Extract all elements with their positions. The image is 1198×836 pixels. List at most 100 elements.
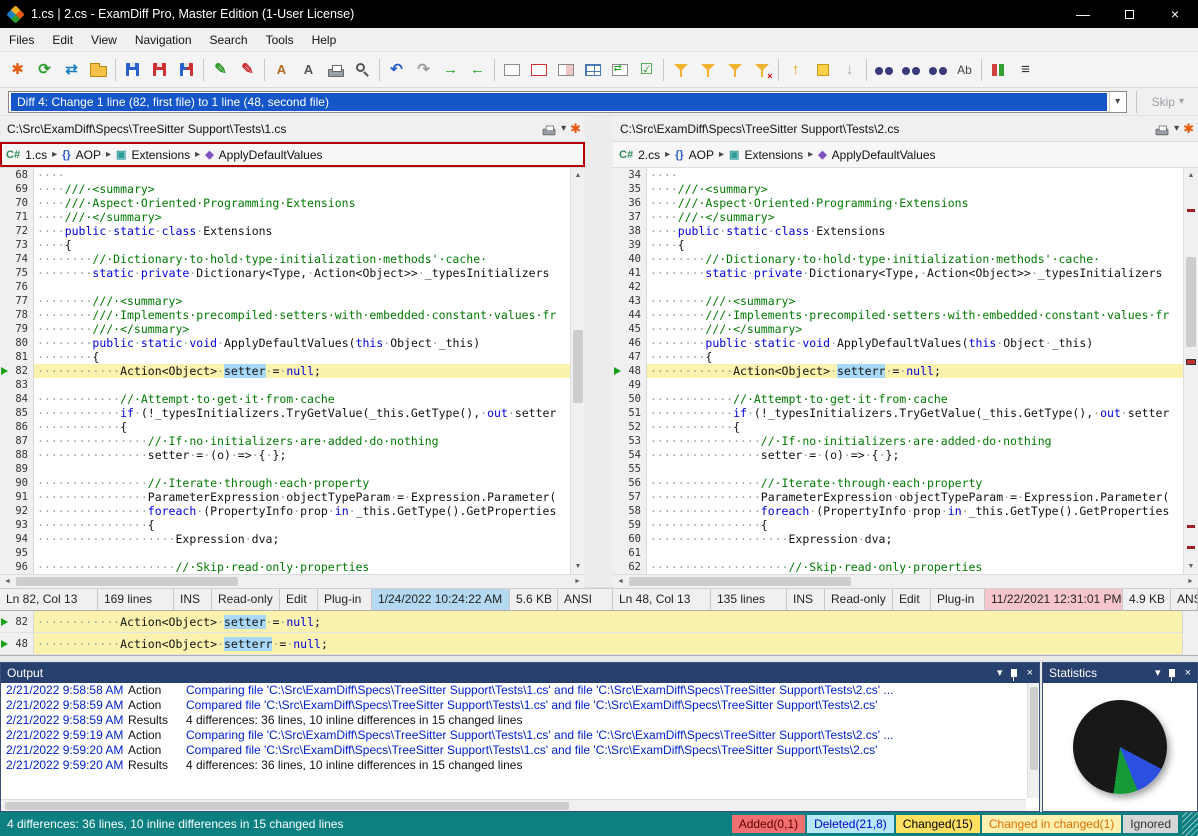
- pane-print-dropdown-icon[interactable]: ▾: [561, 123, 566, 134]
- code-line-90[interactable]: 90················//·Iterate·through·eac…: [0, 476, 570, 490]
- split-view-button[interactable]: [552, 56, 579, 84]
- diff-map-mark[interactable]: [1187, 546, 1195, 549]
- code-line-76[interactable]: 76: [0, 280, 570, 294]
- legend-badge-deleted-21-8-[interactable]: Deleted(21,8): [807, 815, 894, 833]
- code-line-60[interactable]: 60····················Expression·dva;: [613, 532, 1183, 546]
- code-line-55[interactable]: 55: [613, 462, 1183, 476]
- code-line-45[interactable]: 45········///·</summary>: [613, 322, 1183, 336]
- clear-filter-button[interactable]: ×: [748, 56, 775, 84]
- output-log-row[interactable]: 2/21/2022 9:59:20 AMActionCompared file …: [2, 743, 1026, 758]
- code-line-42[interactable]: 42: [613, 280, 1183, 294]
- statistics-menu-icon[interactable]: ▾: [1155, 668, 1161, 679]
- menu-edit[interactable]: Edit: [43, 28, 82, 51]
- code-line-56[interactable]: 56················//·Iterate·through·eac…: [613, 476, 1183, 490]
- code-line-44[interactable]: 44········///·Implements·precompiled·set…: [613, 308, 1183, 322]
- table-view-button[interactable]: [579, 56, 606, 84]
- code-line-54[interactable]: 54················setter·=·(o)·=>·{·};: [613, 448, 1183, 462]
- main-menu-button[interactable]: ≡: [1012, 56, 1039, 84]
- code-line-34[interactable]: 34····: [613, 168, 1183, 182]
- code-line-58[interactable]: 58················foreach·(PropertyInfo·…: [613, 504, 1183, 518]
- find-next-button[interactable]: [897, 56, 924, 84]
- diff-selector-combobox[interactable]: Diff 4: Change 1 line (82, first file) t…: [8, 91, 1127, 113]
- save-first-button[interactable]: [119, 56, 146, 84]
- code-line-36[interactable]: 36····///·Aspect·Oriented·Programming·Ex…: [613, 196, 1183, 210]
- legend-dropdown-button[interactable]: [985, 56, 1012, 84]
- save-second-button[interactable]: [146, 56, 173, 84]
- find-button[interactable]: [870, 56, 897, 84]
- scroll-left-icon[interactable]: ◄: [613, 575, 628, 588]
- legend-badge-changed-15-[interactable]: Changed(15): [896, 815, 980, 833]
- code-line-79[interactable]: 79········///·</summary>: [0, 322, 570, 336]
- code-line-35[interactable]: 35····///·<summary>: [613, 182, 1183, 196]
- code-line-53[interactable]: 53················//·If·no·initializers·…: [613, 434, 1183, 448]
- left-scrollbar-thumb[interactable]: [573, 330, 583, 403]
- menu-files[interactable]: Files: [0, 28, 43, 51]
- code-line-78[interactable]: 78········///·Implements·precompiled·set…: [0, 308, 570, 322]
- code-line-86[interactable]: 86············{: [0, 420, 570, 434]
- diff-map-mark[interactable]: [1187, 209, 1195, 212]
- compare-button[interactable]: ✱: [4, 56, 31, 84]
- code-line-87[interactable]: 87················//·If·no·initializers·…: [0, 434, 570, 448]
- output-log-row[interactable]: 2/21/2022 9:58:59 AMResults4 differences…: [2, 713, 1026, 728]
- statistics-close-icon[interactable]: ×: [1185, 668, 1191, 679]
- code-line-48[interactable]: 48············Action<Object>·setterr·=·n…: [613, 364, 1183, 378]
- scroll-left-icon[interactable]: ◄: [0, 575, 15, 588]
- menu-navigation[interactable]: Navigation: [126, 28, 201, 51]
- pane-options-icon[interactable]: ✱: [570, 121, 581, 137]
- breadcrumb-item[interactable]: Extensions: [744, 148, 803, 162]
- code-line-46[interactable]: 46········public·static·void·ApplyDefaul…: [613, 336, 1183, 350]
- right-vertical-scrollbar[interactable]: ▲ ▼: [1183, 168, 1198, 574]
- output-log-row[interactable]: 2/21/2022 9:58:59 AMActionCompared file …: [2, 698, 1026, 713]
- open-files-button[interactable]: [85, 56, 112, 84]
- breadcrumb-item[interactable]: AOP: [76, 148, 101, 162]
- statistics-pin-icon[interactable]: [1169, 669, 1175, 677]
- right-hscrollbar-thumb[interactable]: [629, 577, 851, 586]
- code-line-70[interactable]: 70····///·Aspect·Oriented·Programming·Ex…: [0, 196, 570, 210]
- code-line-77[interactable]: 77········///·<summary>: [0, 294, 570, 308]
- code-line-81[interactable]: 81········{: [0, 350, 570, 364]
- code-line-96[interactable]: 96····················//·Skip·read·only·…: [0, 560, 570, 574]
- current-difference-button[interactable]: [809, 56, 836, 84]
- code-line-43[interactable]: 43········///·<summary>: [613, 294, 1183, 308]
- breadcrumb-item[interactable]: AOP: [689, 148, 714, 162]
- left-vertical-scrollbar[interactable]: ▲ ▼: [570, 168, 585, 574]
- resize-grip[interactable]: [1182, 812, 1198, 836]
- code-line-84[interactable]: 84············//·Attempt·to·get·it·from·…: [0, 392, 570, 406]
- code-line-89[interactable]: 89: [0, 462, 570, 476]
- edit-second-button[interactable]: ✎: [234, 56, 261, 84]
- current-diff-line[interactable]: 82············Action<Object>·setter·=·nu…: [0, 611, 1183, 633]
- code-line-49[interactable]: 49: [613, 378, 1183, 392]
- redo-button[interactable]: ↷: [410, 56, 437, 84]
- code-line-82[interactable]: 82············Action<Object>·setter·=·nu…: [0, 364, 570, 378]
- right-horizontal-scrollbar[interactable]: ◄ ►: [613, 574, 1198, 588]
- pane-splitter[interactable]: [585, 116, 613, 588]
- pane-print-dropdown-icon[interactable]: ▾: [1174, 123, 1179, 134]
- code-line-39[interactable]: 39····{: [613, 238, 1183, 252]
- code-line-57[interactable]: 57················ParameterExpression·ob…: [613, 490, 1183, 504]
- current-diff-map-mark[interactable]: [1186, 359, 1196, 365]
- code-line-92[interactable]: 92················foreach·(PropertyInfo·…: [0, 504, 570, 518]
- code-line-62[interactable]: 62····················//·Skip·read·only·…: [613, 560, 1183, 574]
- code-line-85[interactable]: 85············if·(!_typesInitializers.Tr…: [0, 406, 570, 420]
- right-scrollbar-thumb[interactable]: [1186, 257, 1196, 346]
- legend-badge-added-0-1-[interactable]: Added(0,1): [732, 815, 805, 833]
- code-line-51[interactable]: 51············if·(!_typesInitializers.Tr…: [613, 406, 1183, 420]
- pane-print-icon[interactable]: [543, 129, 556, 135]
- last-difference-button[interactable]: ↓: [836, 56, 863, 84]
- code-line-40[interactable]: 40········//·Dictionary·to·hold·type·ini…: [613, 252, 1183, 266]
- legend-badge-changed-in-changed-1-[interactable]: Changed in changed(1): [982, 815, 1121, 833]
- code-line-59[interactable]: 59················{: [613, 518, 1183, 532]
- code-line-93[interactable]: 93················{: [0, 518, 570, 532]
- scroll-up-icon[interactable]: ▲: [571, 168, 585, 183]
- output-menu-icon[interactable]: ▾: [997, 668, 1003, 679]
- code-line-91[interactable]: 91················ParameterExpression·ob…: [0, 490, 570, 504]
- current-diff-line[interactable]: 48············Action<Object>·setterr·=·n…: [0, 633, 1183, 655]
- code-line-95[interactable]: 95: [0, 546, 570, 560]
- show-differences-filter-button[interactable]: [694, 56, 721, 84]
- close-button[interactable]: ×: [1152, 0, 1198, 28]
- breadcrumb-item[interactable]: 1.cs: [25, 148, 47, 162]
- output-log-row[interactable]: 2/21/2022 9:59:19 AMActionComparing file…: [2, 728, 1026, 743]
- breadcrumb-item[interactable]: ApplyDefaultValues: [219, 148, 323, 162]
- output-hscrollbar-thumb[interactable]: [5, 802, 569, 810]
- find-in-files-button[interactable]: [924, 56, 951, 84]
